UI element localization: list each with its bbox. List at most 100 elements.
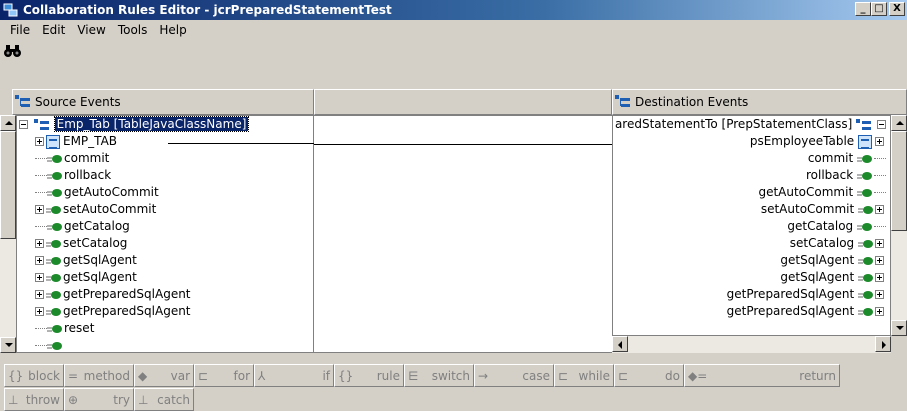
palette-switch-button[interactable]: ⋿ switch [404,364,474,387]
expand-icon[interactable] [875,256,884,265]
palette-label: catch [157,392,190,407]
source-tree-item[interactable]: commit [35,150,109,167]
tree-connector [35,175,47,176]
destination-tree-item[interactable]: commit [808,150,886,167]
events-icon [615,95,630,107]
palette-while-button[interactable]: ⊏ while [554,364,614,387]
case-icon: → [478,368,489,383]
expand-icon[interactable] [875,205,884,214]
palette-catch-button[interactable]: ⊥ catch [134,388,194,411]
source-tree-item[interactable]: getAutoCommit [35,184,159,201]
expand-icon[interactable] [35,256,44,265]
expand-icon[interactable] [35,239,44,248]
tree-connector [874,158,886,159]
destination-tree-item[interactable]: getAutoCommit [758,184,886,201]
destination-horizontal-scrollbar[interactable] [612,336,891,353]
destination-tree-item[interactable]: getSqlAgent [780,252,886,269]
source-tree-item[interactable]: getCatalog [35,218,130,235]
expand-icon[interactable] [875,290,884,299]
destination-vertical-scrollbar[interactable] [891,115,907,336]
destination-tree-item[interactable]: getPreparedSqlAgent [727,303,886,320]
scroll-left-button[interactable] [612,336,628,352]
expand-icon[interactable] [35,205,44,214]
scroll-right-button[interactable] [875,336,891,352]
palette-method-button[interactable]: = method [64,364,134,387]
source-tree-item[interactable]: setAutoCommit [35,201,156,218]
source-tree-item[interactable]: getPreparedSqlAgent [35,303,191,320]
throw-icon: ⊥ [8,392,19,407]
expand-icon[interactable] [875,307,884,316]
scroll-up-button[interactable] [0,115,16,131]
tree-item-label: psEmployeeTable [749,134,855,148]
scroll-thumb[interactable] [0,131,16,239]
close-button[interactable]: X [889,2,905,16]
source-tree-item[interactable]: getPreparedSqlAgent [35,286,191,303]
menu-view[interactable]: View [71,23,111,37]
binoculars-icon[interactable] [3,43,23,62]
destination-tree-item[interactable]: getPreparedSqlAgent [727,286,886,303]
mapping-canvas[interactable] [314,115,612,353]
palette-if-button[interactable]: ⅄ if [254,364,334,387]
tree-connector [35,192,47,193]
source-root-node[interactable]: Emp_Tab [TableJavaClassName] [19,116,250,133]
menu-file[interactable]: File [4,23,36,37]
destination-tree-item[interactable]: psEmployeeTable [750,133,886,150]
source-tree-item[interactable] [35,337,64,352]
events-icon [856,118,872,130]
app-icon [3,2,19,18]
menu-edit[interactable]: Edit [36,23,71,37]
method-icon [46,205,61,214]
minimize-button[interactable]: _ [855,2,871,16]
palette-label: while [578,368,610,383]
expand-icon[interactable] [35,307,44,316]
expand-icon[interactable] [875,273,884,282]
palette-try-button[interactable]: ⊕ try [64,388,134,411]
expand-icon[interactable] [35,290,44,299]
expand-icon[interactable] [875,239,884,248]
expand-icon[interactable] [35,273,44,282]
collapse-icon[interactable] [19,120,28,129]
expand-icon[interactable] [875,137,884,146]
method-icon [47,171,62,180]
destination-tree-item[interactable]: setCatalog [790,235,886,252]
palette-block-button[interactable]: {} block [4,364,64,387]
palette-for-button[interactable]: ⊏ for [194,364,254,387]
destination-tree-item[interactable]: getCatalog [787,218,886,235]
source-tree-item[interactable]: setCatalog [35,235,127,252]
mapping-line-source [168,143,314,144]
scroll-up-button[interactable] [891,115,907,131]
destination-events-title: Destination Events [635,95,749,109]
collapse-icon[interactable] [877,120,886,129]
scroll-thumb[interactable] [891,131,907,231]
expand-icon[interactable] [35,137,44,146]
scroll-down-button[interactable] [891,320,907,336]
palette-rule-button[interactable]: {} rule [334,364,404,387]
source-tree-item[interactable]: getSqlAgent [35,269,137,286]
source-tree-item[interactable]: getSqlAgent [35,252,137,269]
method-icon [46,256,61,265]
menu-tools[interactable]: Tools [112,23,154,37]
destination-tree-item[interactable]: getSqlAgent [780,269,886,286]
destination-tree[interactable]: aredStatementTo [PrepStatementClass] psE… [612,115,891,336]
palette-do-button[interactable]: ⊏ do [614,364,684,387]
maximize-button[interactable]: □ [871,2,887,16]
palette-throw-button[interactable]: ⊥ throw [4,388,64,411]
source-vertical-scrollbar[interactable] [0,115,16,353]
source-tree[interactable]: Emp_Tab [TableJavaClassName] EMP_TAB comm… [16,115,314,353]
destination-root-node[interactable]: aredStatementTo [PrepStatementClass] [615,116,888,133]
source-tree-item[interactable]: rollback [35,167,111,184]
mapping-line [314,144,612,145]
destination-tree-item[interactable]: rollback [806,167,886,184]
palette-return-button[interactable]: ◆= return [684,364,840,387]
source-tree-item[interactable]: EMP_TAB [35,133,117,150]
source-events-title: Source Events [35,95,121,109]
scroll-down-button[interactable] [0,337,16,353]
source-tree-item[interactable]: reset [35,320,94,337]
palette-label: try [113,392,130,407]
method-icon [47,341,62,350]
palette-case-button[interactable]: → case [474,364,554,387]
menu-help[interactable]: Help [153,23,192,37]
palette-var-button[interactable]: ◆ var [134,364,194,387]
method-icon [857,222,872,231]
destination-tree-item[interactable]: setAutoCommit [761,201,886,218]
